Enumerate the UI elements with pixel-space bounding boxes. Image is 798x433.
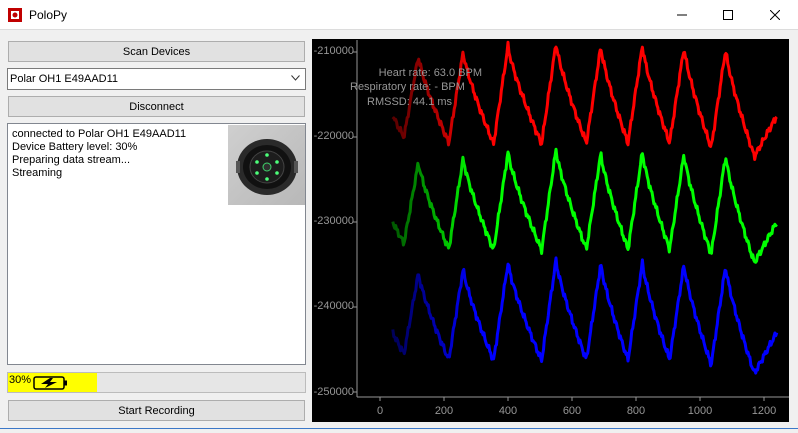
rmssd-label: RMSSD: 44.1 ms (367, 96, 452, 108)
start-recording-button[interactable]: Start Recording (8, 400, 305, 421)
minimize-button[interactable] (659, 0, 705, 30)
scan-devices-button[interactable]: Scan Devices (8, 41, 305, 62)
maximize-button[interactable] (705, 0, 751, 30)
app-icon (8, 8, 22, 22)
x-tick-label: 1200 (751, 405, 777, 417)
x-tick-label: 600 (562, 405, 582, 417)
log-line: Preparing data stream... (12, 154, 131, 166)
log-line: connected to Polar OH1 E49AAD11 (12, 128, 187, 140)
disconnect-button[interactable]: Disconnect (8, 96, 305, 117)
y-tick-label: -250000 (313, 386, 354, 398)
status-log: connected to Polar OH1 E49AAD11 Device B… (7, 123, 306, 365)
window-bottom-edge (0, 428, 798, 433)
minimize-icon (677, 14, 687, 16)
x-tick-label: 0 (376, 405, 384, 417)
battery-label: 30% (9, 374, 32, 386)
chevron-down-icon (291, 75, 300, 81)
close-button[interactable] (752, 0, 798, 30)
y-tick-label: -220000 (313, 130, 354, 142)
y-tick-label: -230000 (313, 215, 354, 227)
respiratory-rate-label: Respiratory rate: - BPM (350, 81, 465, 93)
device-select[interactable]: Polar OH1 E49AAD11 (7, 68, 306, 90)
log-line: Device Battery level: 30% (12, 141, 138, 153)
heart-rate-label: Heart rate: 63.0 BPM (378, 67, 482, 79)
maximize-icon (723, 10, 733, 20)
battery-bar: 30% (7, 372, 306, 393)
log-line: Streaming (12, 167, 63, 179)
x-tick-label: 200 (434, 405, 454, 417)
y-tick-label: -240000 (313, 300, 354, 312)
device-image (228, 125, 305, 205)
window-title: PoloPy (29, 8, 68, 22)
y-tick-label: -210000 (313, 45, 354, 57)
x-tick-label: 1000 (687, 405, 713, 417)
device-select-value: Polar OH1 E49AAD11 (10, 73, 119, 85)
x-tick-label: 800 (626, 405, 646, 417)
x-tick-label: 400 (498, 405, 518, 417)
close-icon (770, 10, 780, 20)
title-bar: PoloPy (0, 0, 798, 30)
battery-charging-icon (33, 376, 67, 390)
